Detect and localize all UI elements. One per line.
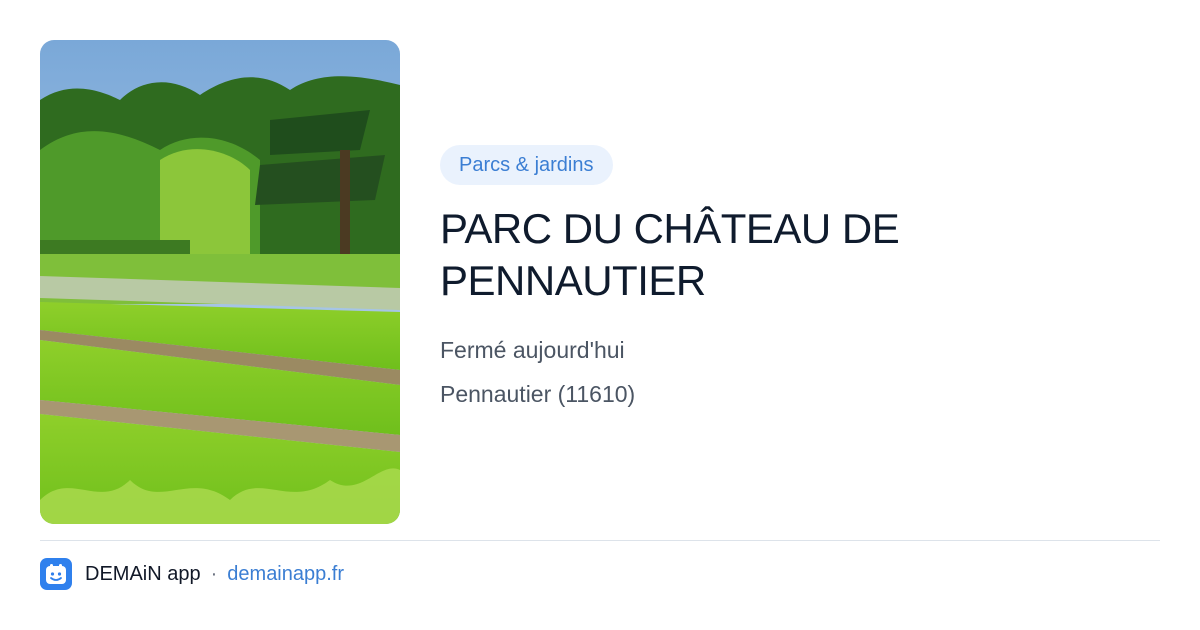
place-location: Pennautier (11610) [440,381,636,407]
footer: DEMAiN app · demainapp.fr [40,558,344,590]
place-title: PARC DU CHÂTEAU DE PENNAUTIER [440,203,1160,307]
place-title-line-1: PARC DU CHÂTEAU DE [440,205,900,252]
place-info: Parcs & jardins PARC DU CHÂTEAU DE PENNA… [440,145,1160,409]
park-image [40,40,400,524]
calendar-face-icon [40,558,72,590]
separator-dot: · [210,562,218,585]
app-url-link[interactable]: demainapp.fr [227,563,344,586]
park-photo [40,40,400,524]
place-title-line-2: PENNAUTIER [440,257,706,304]
opening-status: Fermé aujourd'hui [440,337,625,363]
app-name: DEMAiN app [85,562,201,585]
category-badge[interactable]: Parcs & jardins [440,145,613,185]
footer-divider [40,540,1160,541]
